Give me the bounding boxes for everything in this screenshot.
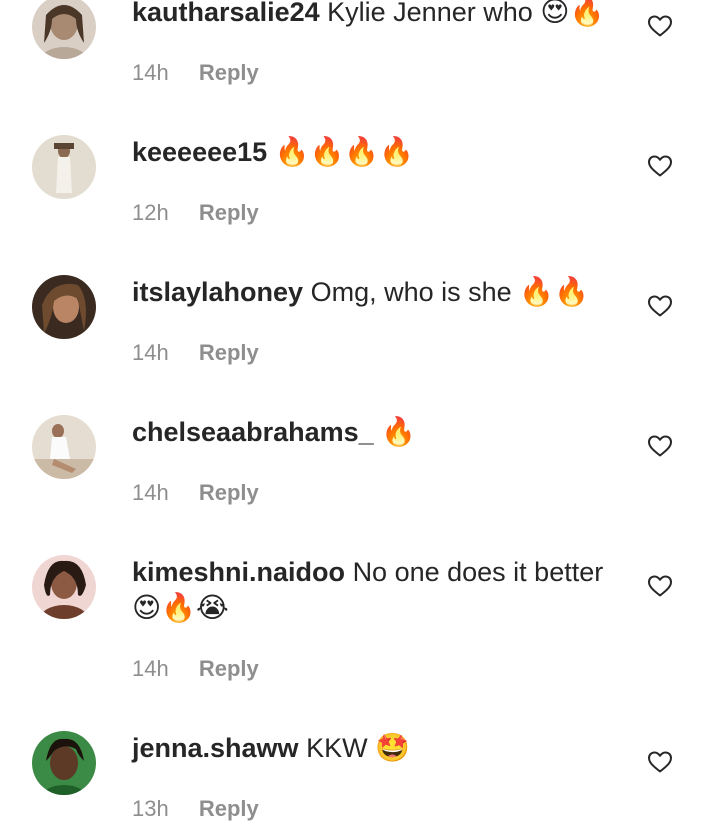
comment-meta: 13h Reply [132,795,259,823]
comment-text-line: chelseaabrahams_ 🔥 [132,414,622,450]
comment-timestamp: 14h [132,480,169,505]
avatar[interactable] [32,555,96,619]
comment-username[interactable]: chelseaabrahams_ [132,417,374,447]
comment-emojis: 😍🔥😭 [132,591,229,624]
heart-outline-icon[interactable] [647,434,673,458]
avatar-photo [32,275,96,339]
comment-body: KKW [306,733,368,763]
heart-outline-icon[interactable] [647,750,673,774]
reply-button[interactable]: Reply [199,340,259,365]
comment-meta: 14h Reply [132,339,259,367]
comment-username[interactable]: jenna.shaww [132,733,299,763]
heart-outline-icon[interactable] [647,294,673,318]
comment-timestamp: 12h [132,200,169,225]
comment-meta: 14h Reply [132,59,259,87]
heart-outline-icon[interactable] [647,574,673,598]
heart-outline-icon[interactable] [647,14,673,38]
comment-text-line: keeeeee15 🔥🔥🔥🔥 [132,134,622,170]
comment-emojis: 🤩 [375,731,410,764]
comment-body: No one does it better [352,557,604,587]
comment-meta: 14h Reply [132,655,259,683]
comment-body: Kylie Jenner who [327,0,533,27]
heart-outline-icon[interactable] [647,154,673,178]
comment-timestamp: 13h [132,796,169,821]
comment-meta: 14h Reply [132,479,259,507]
avatar[interactable] [32,415,96,479]
avatar[interactable] [32,135,96,199]
reply-button[interactable]: Reply [199,796,259,821]
reply-button[interactable]: Reply [199,656,259,681]
comment-text-line-2: 😍🔥😭 [132,590,622,626]
reply-button[interactable]: Reply [199,200,259,225]
avatar-photo [32,731,96,795]
avatar-photo [32,135,96,199]
comment-username[interactable]: keeeeee15 [132,137,267,167]
reply-button[interactable]: Reply [199,480,259,505]
comment-meta: 12h Reply [132,199,259,227]
comment-timestamp: 14h [132,340,169,365]
comment-text-line: jenna.shaww KKW 🤩 [132,730,622,766]
avatar-photo [32,0,96,59]
comment-timestamp: 14h [132,60,169,85]
avatar[interactable] [32,275,96,339]
comment-username[interactable]: kautharsalie24 [132,0,320,27]
comment-text-line: kautharsalie24 Kylie Jenner who 😍🔥 [132,0,622,30]
reply-button[interactable]: Reply [199,60,259,85]
comment-emojis: 🔥🔥 [519,275,589,308]
comment-username[interactable]: itslaylahoney [132,277,303,307]
comment-emojis: 😍🔥 [540,0,605,28]
avatar[interactable] [32,0,96,59]
avatar[interactable] [32,731,96,795]
avatar-photo [32,555,96,619]
avatar-photo [32,415,96,479]
comment-timestamp: 14h [132,656,169,681]
comment-username[interactable]: kimeshni.naidoo [132,557,345,587]
comment-emojis: 🔥 [381,415,417,448]
comment-body: Omg, who is she [310,277,512,307]
comment-text-line: itslaylahoney Omg, who is she 🔥🔥 [132,274,622,310]
comment-text-line: kimeshni.naidoo No one does it better [132,554,622,590]
comment-emojis: 🔥🔥🔥🔥 [274,135,415,168]
